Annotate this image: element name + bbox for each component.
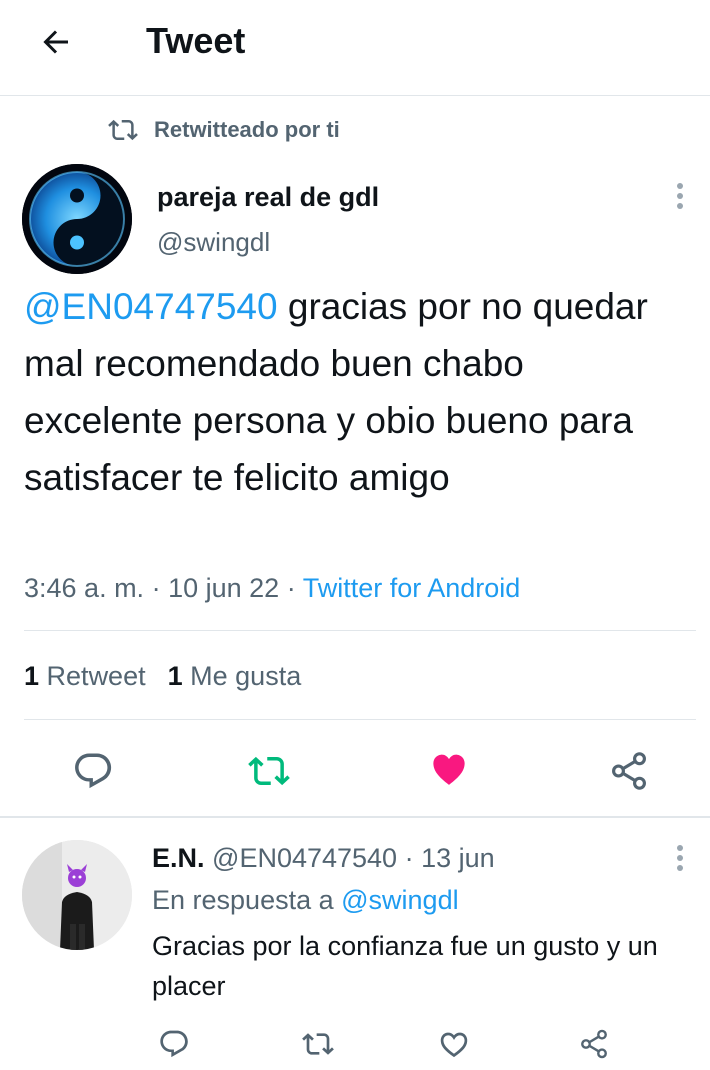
reply-author-avatar[interactable] [22, 840, 132, 950]
page-title: Tweet [146, 20, 246, 61]
person-avatar-image [22, 840, 132, 950]
reply-like-button[interactable] [432, 1022, 476, 1066]
meta-separator: · [279, 573, 303, 603]
author-handle[interactable]: @swingdl [157, 226, 270, 258]
reply-retweet-button[interactable] [296, 1022, 340, 1066]
retweet-button[interactable] [244, 746, 294, 796]
reply-icon [160, 1030, 188, 1058]
reply-icon [75, 753, 112, 789]
retweet-count: 1 [24, 661, 40, 691]
divider [0, 816, 710, 818]
reply-separator: · [397, 843, 422, 873]
retweet-context[interactable]: Retwitteado por ti [108, 114, 340, 146]
tweet-time: 3:46 a. m. [24, 573, 145, 603]
author-name[interactable]: pareja real de gdl [157, 180, 379, 214]
reply-date[interactable]: 13 jun [421, 843, 495, 873]
yin-yang-avatar-image [22, 164, 132, 274]
divider [24, 630, 696, 631]
tweet-more-button[interactable] [664, 178, 696, 214]
replying-to-link[interactable]: @swingdl [341, 885, 458, 915]
retweet-icon [108, 119, 138, 141]
retweet-icon [248, 756, 290, 786]
top-bar: Tweet [0, 0, 710, 96]
meta-separator: · [144, 573, 169, 603]
replying-to: En respuesta a @swingdl [152, 882, 459, 918]
share-icon [581, 1029, 607, 1059]
tweet-text: @EN04747540 gracias por no quedar mal re… [24, 278, 674, 506]
author-avatar[interactable] [22, 164, 132, 274]
arrow-left-icon [43, 30, 68, 54]
retweet-icon [302, 1033, 334, 1055]
tweet-stats: 1 Retweet 1 Me gusta [24, 656, 323, 696]
reply-more-button[interactable] [664, 840, 696, 876]
retweet-stat-label: Retweet [46, 661, 146, 691]
divider [24, 719, 696, 720]
mention-link[interactable]: @EN04747540 [24, 286, 278, 327]
tweet-source-link[interactable]: Twitter for Android [303, 573, 521, 603]
replying-to-prefix: En respuesta a [152, 885, 342, 915]
reply-reply-button[interactable] [152, 1022, 196, 1066]
tweet-date: 10 jun 22 [168, 573, 280, 603]
reply-author-handle[interactable]: @EN04747540 [212, 843, 397, 873]
like-button[interactable] [424, 746, 474, 796]
like-count: 1 [167, 661, 183, 691]
more-vertical-icon [677, 183, 683, 209]
reply-header: E.N. @EN04747540 · 13 jun [152, 840, 495, 876]
more-vertical-icon [677, 845, 683, 871]
tweet-actions [0, 738, 710, 802]
heart-outline-icon [440, 1032, 468, 1058]
retweet-context-label: Retwitteado por ti [154, 117, 340, 142]
reply-author-name[interactable]: E.N. [152, 843, 205, 873]
like-stat[interactable]: 1 Me gusta [168, 661, 302, 691]
like-stat-label: Me gusta [190, 661, 302, 691]
back-button[interactable] [30, 18, 82, 66]
retweet-stat[interactable]: 1 Retweet [24, 661, 146, 691]
tweet-meta: 3:46 a. m. · 10 jun 22 · Twitter for And… [24, 568, 520, 608]
reply-actions [0, 1018, 710, 1068]
reply-button[interactable] [68, 746, 118, 796]
reply-share-button[interactable] [572, 1022, 616, 1066]
share-button[interactable] [604, 746, 654, 796]
heart-filled-icon [433, 754, 465, 785]
reply-text: Gracias por la confianza fue un gusto y … [152, 931, 658, 1001]
share-icon [612, 752, 646, 790]
